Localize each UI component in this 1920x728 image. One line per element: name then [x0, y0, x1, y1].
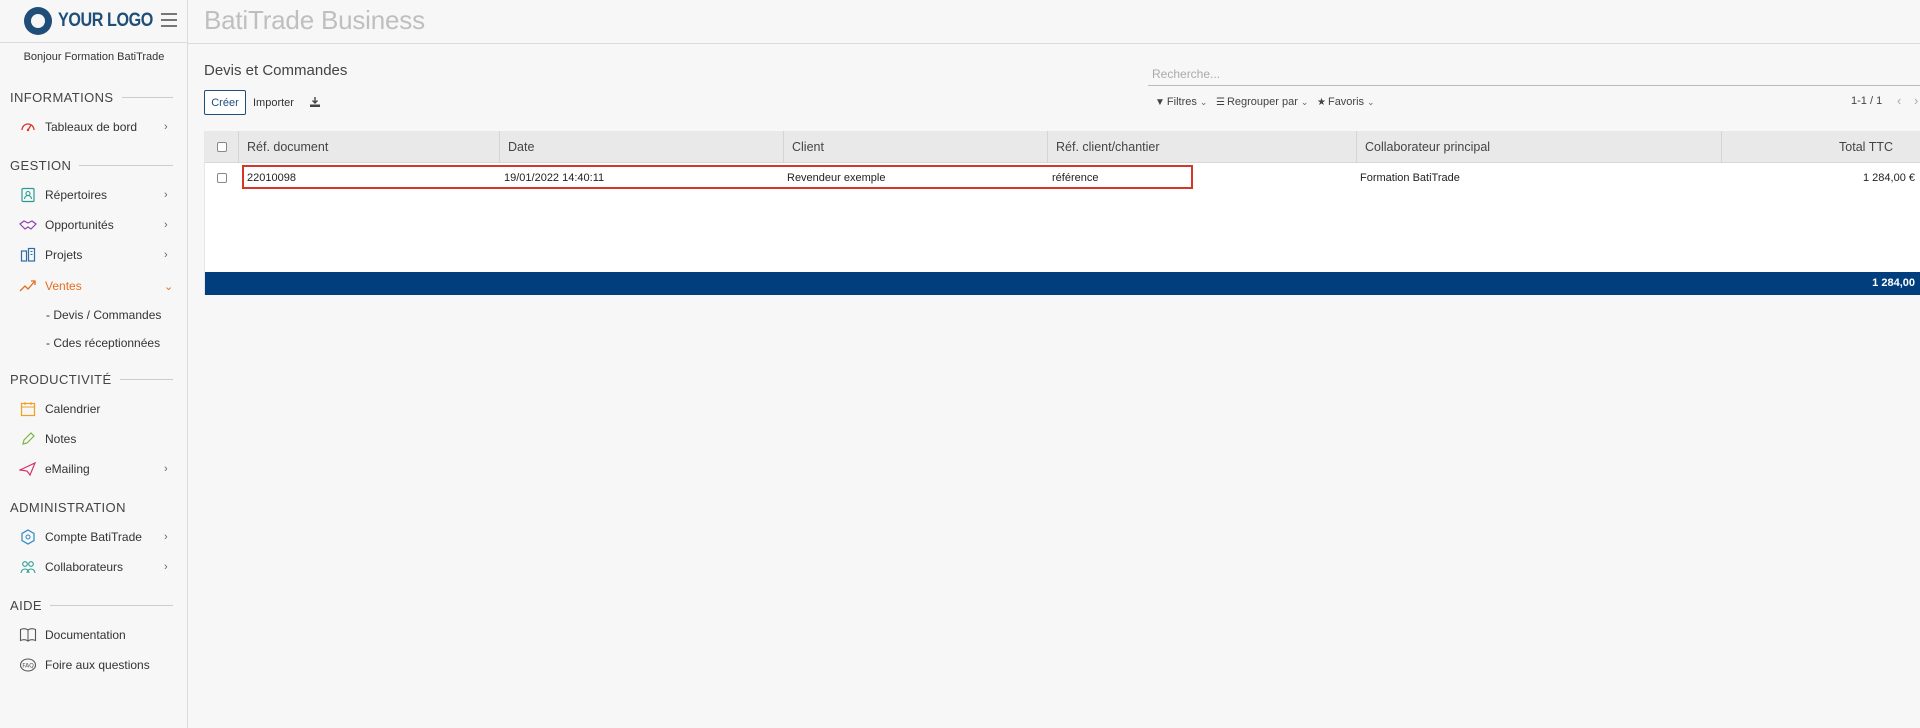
table-header: Réf. document Date Client Réf. client/ch… — [205, 131, 1920, 163]
sidebar-item-collaborateurs[interactable]: Collaborateurs › — [0, 554, 188, 580]
list-icon: ☰ — [1216, 96, 1225, 108]
pager-next-icon[interactable]: › — [1914, 93, 1918, 108]
logo-bar: YOUR LOGO — [0, 0, 188, 43]
sidebar-item-tableaux-de-bord[interactable]: Tableaux de bord › — [0, 114, 188, 140]
handshake-icon — [19, 216, 37, 234]
row-select-cell — [205, 164, 239, 192]
sidebar: YOUR LOGO Bonjour Formation BatiTrade IN… — [0, 0, 188, 728]
column-header-collaborateur[interactable]: Collaborateur principal — [1357, 131, 1722, 163]
chevron-down-icon: ⌄ — [1367, 96, 1375, 107]
sidebar-subitem-devis-commandes[interactable]: - Devis / Commandes — [46, 308, 161, 322]
orders-table: Réf. document Date Client Réf. client/ch… — [204, 131, 1920, 295]
footer-total: 1 284,00 — [1872, 277, 1915, 289]
sidebar-item-faq[interactable]: FAQ Foire aux questions — [0, 652, 188, 678]
select-all-cell — [205, 131, 239, 163]
table-row[interactable]: 22010098 19/01/2022 14:40:11 Revendeur e… — [205, 164, 1920, 192]
filters-dropdown[interactable]: ▼ Filtres ⌄ — [1155, 96, 1207, 108]
paper-plane-icon — [19, 460, 37, 478]
chevron-right-icon: › — [164, 189, 168, 201]
column-header-ref-document[interactable]: Réf. document — [239, 131, 500, 163]
sidebar-item-compte-batitrade[interactable]: Compte BatiTrade › — [0, 524, 188, 550]
logo-mark — [24, 7, 52, 35]
sidebar-subitem-cdes-receptionnees[interactable]: - Cdes réceptionnées — [46, 336, 160, 350]
section-gestion: GESTION — [10, 158, 173, 173]
column-header-date[interactable]: Date — [500, 131, 784, 163]
cell-collaborateur: Formation BatiTrade — [1360, 172, 1460, 184]
sidebar-item-documentation[interactable]: Documentation — [0, 622, 188, 648]
page-title: Devis et Commandes — [204, 62, 348, 79]
cell-date: 19/01/2022 14:40:11 — [504, 172, 605, 184]
pencil-icon — [19, 430, 37, 448]
chevron-down-icon: ⌄ — [1300, 96, 1309, 107]
users-icon — [19, 558, 37, 576]
hamburger-menu-icon[interactable] — [161, 13, 177, 27]
pager-previous-icon[interactable]: ‹ — [1897, 93, 1901, 108]
pager-value[interactable]: 1-1 / 1 — [1851, 95, 1882, 107]
sidebar-item-notes[interactable]: Notes — [0, 426, 188, 452]
chevron-right-icon: › — [164, 121, 168, 133]
cell-total-ttc: 1 284,00 € — [1863, 172, 1915, 184]
app-title: BatiTrade Business — [204, 5, 425, 35]
group-by-dropdown[interactable]: ☰ Regrouper par ⌄ — [1216, 96, 1308, 108]
select-all-checkbox[interactable] — [216, 142, 227, 152]
book-icon — [19, 626, 37, 644]
sidebar-item-repertoires[interactable]: Répertoires › — [0, 182, 188, 208]
download-icon[interactable] — [309, 96, 321, 108]
sidebar-item-opportunites[interactable]: Opportunités › — [0, 212, 188, 238]
chevron-right-icon: › — [164, 561, 168, 573]
logo-text: YOUR LOGO — [58, 10, 153, 31]
search-input[interactable] — [1148, 62, 1920, 86]
sales-chart-icon — [19, 277, 37, 295]
chevron-right-icon: › — [164, 219, 168, 231]
chevron-right-icon: › — [164, 249, 168, 261]
filter-icon: ▼ — [1155, 96, 1165, 108]
row-checkbox[interactable] — [217, 173, 227, 183]
buildings-icon — [19, 246, 37, 264]
chevron-right-icon: › — [164, 531, 168, 543]
section-aide: AIDE — [10, 598, 173, 613]
sidebar-item-ventes[interactable]: Ventes ⌄ — [0, 273, 188, 299]
favorites-dropdown[interactable]: ★ Favoris ⌄ — [1317, 96, 1375, 108]
chevron-right-icon: › — [164, 463, 168, 475]
create-button[interactable]: Créer — [204, 90, 246, 115]
sidebar-item-calendrier[interactable]: Calendrier — [0, 396, 188, 422]
table-footer: 1 284,00 — [205, 272, 1920, 295]
svg-text:FAQ: FAQ — [22, 663, 34, 670]
cell-client: Revendeur exemple — [787, 172, 886, 184]
contacts-icon — [19, 186, 37, 204]
gauge-icon — [19, 118, 37, 136]
column-header-total-ttc[interactable]: Total TTC — [1722, 131, 1920, 163]
cell-ref-client: référence — [1052, 172, 1099, 184]
column-header-ref-client-chantier[interactable]: Réf. client/chantier — [1048, 131, 1357, 163]
section-productivite: PRODUCTIVITÉ — [10, 372, 173, 387]
section-administration: ADMINISTRATION — [10, 500, 126, 515]
sidebar-item-emailing[interactable]: eMailing › — [0, 456, 188, 482]
header-divider — [188, 43, 1920, 44]
calendar-icon — [19, 400, 37, 418]
star-icon: ★ — [1317, 96, 1326, 108]
gear-cube-icon — [19, 528, 37, 546]
user-greeting: Bonjour Formation BatiTrade — [23, 51, 165, 63]
section-informations: INFORMATIONS — [10, 90, 173, 105]
chevron-down-icon: ⌄ — [1199, 96, 1208, 107]
chevron-down-icon: ⌄ — [164, 280, 174, 293]
cell-ref-document: 22010098 — [247, 172, 296, 184]
column-header-client[interactable]: Client — [784, 131, 1048, 163]
faq-icon: FAQ — [19, 656, 37, 674]
sidebar-item-projets[interactable]: Projets › — [0, 242, 188, 268]
import-button[interactable]: Importer — [253, 90, 294, 115]
